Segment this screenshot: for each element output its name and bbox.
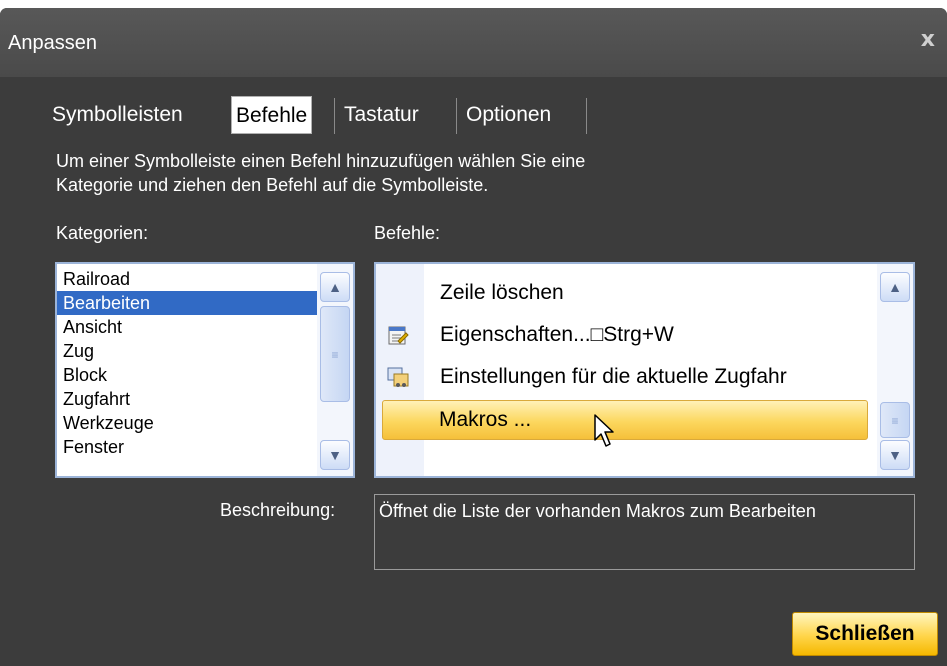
train-settings-icon [387,367,409,387]
close-button[interactable]: Schließen [792,612,938,656]
category-item[interactable]: Railroad [63,267,130,291]
instruction-line-2: Kategorie und ziehen den Befehl auf die … [56,175,489,195]
scroll-down-arrow-icon[interactable]: ▼ [320,440,350,470]
tab-befehle[interactable]: Befehle [231,96,313,134]
command-label: Zeile löschen [440,281,564,304]
commands-listbox[interactable]: Zeile löschen Eigenschaften...□Strg+W Ei… [374,262,915,478]
category-item[interactable]: Block [63,363,107,387]
description-box: Öffnet die Liste der vorhanden Makros zu… [374,494,915,570]
scroll-up-arrow-icon[interactable]: ▲ [320,272,350,302]
tab-symbolleisten[interactable]: Symbolleisten [46,96,189,134]
category-item[interactable]: Ansicht [63,315,122,339]
category-item[interactable]: Zugfahrt [63,387,130,411]
scrollbar-thumb[interactable]: ≡ [880,402,910,438]
command-label: Einstellungen für die aktuelle Zugfahr [440,365,787,388]
close-icon[interactable]: x [921,27,935,52]
command-label: Makros ... [439,408,532,431]
mouse-pointer-icon [594,414,614,447]
tab-separator [586,98,587,134]
tab-separator [456,98,457,134]
description-label: Beschreibung: [220,500,336,520]
title-bar[interactable]: Anpassen x [0,8,947,77]
categories-scrollbar[interactable]: ▲ ≡ ▼ [317,264,353,476]
scrollbar-thumb[interactable]: ≡ [320,306,350,402]
commands-scrollbar[interactable]: ▲ ≡ ▼ [877,264,913,476]
customize-dialog: Anpassen x Symbolleisten Befehle Tastatu… [0,8,947,666]
scroll-up-arrow-icon[interactable]: ▲ [880,272,910,302]
category-item[interactable]: Fenster [63,435,124,459]
commands-label: Befehle: [374,223,441,243]
command-item[interactable]: Zeile löschen [376,274,870,312]
properties-icon [388,326,409,345]
tab-optionen[interactable]: Optionen [460,96,557,134]
command-label: Eigenschaften...□Strg+W [440,323,674,346]
categories-label: Kategorien: [56,223,149,243]
description-text: Öffnet die Liste der vorhanden Makros zu… [379,501,816,521]
tab-tastatur[interactable]: Tastatur [338,96,425,134]
category-item[interactable]: Werkzeuge [63,411,154,435]
categories-listbox[interactable]: Railroad Bearbeiten Ansicht Zug Block Zu… [55,262,355,478]
scroll-down-arrow-icon[interactable]: ▼ [880,440,910,470]
command-item[interactable]: Einstellungen für die aktuelle Zugfahr [376,358,870,396]
dialog-title: Anpassen [8,32,97,54]
tab-separator [334,98,335,134]
category-item-selected[interactable]: Bearbeiten [57,291,323,315]
command-item[interactable]: Eigenschaften...□Strg+W [376,316,870,354]
instruction-line-1: Um einer Symbolleiste einen Befehl hinzu… [56,151,586,171]
category-item[interactable]: Zug [63,339,94,363]
command-item-highlighted[interactable]: Makros ... [382,400,868,440]
